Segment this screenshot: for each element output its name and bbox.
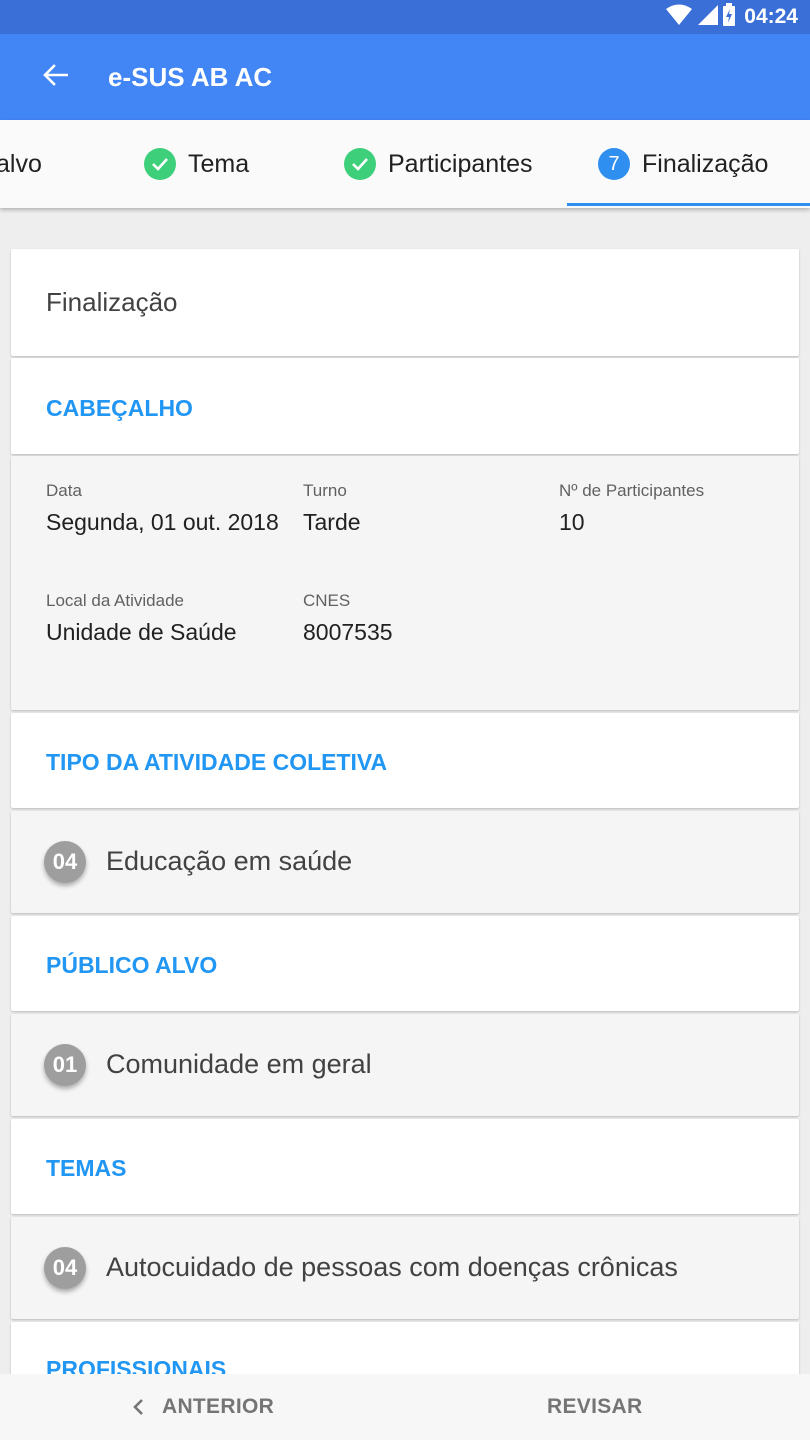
field-value-turno: Tarde: [303, 509, 361, 535]
code-badge: 04: [44, 841, 86, 883]
field-label-local: Local da Atividade: [46, 591, 184, 610]
item-text: Comunidade em geral: [106, 1049, 372, 1079]
status-time: 04:24: [744, 5, 798, 28]
app-bar: e-SUS AB AC: [0, 34, 810, 120]
item-text: Educação em saúde: [106, 846, 353, 876]
chevron-left-icon: [132, 1398, 144, 1416]
signal-icon: [696, 4, 719, 31]
field-value-data: Segunda, 01 out. 2018: [46, 509, 279, 535]
list-item-tipo-atividade: 04 Educação em saúde: [11, 811, 799, 913]
previous-button-label: ANTERIOR: [162, 1395, 275, 1418]
item-text: Autocuidado de pessoas com doenças crôni…: [106, 1252, 678, 1282]
step-tema[interactable]: Tema: [144, 120, 249, 208]
summary-title-card: Finalização: [11, 249, 799, 356]
section-heading: TIPO DA ATIVIDADE COLETIVA: [46, 749, 388, 775]
page-title: Finalização: [46, 287, 178, 317]
section-header-publico-alvo: PÚBLICO ALVO: [11, 916, 799, 1011]
section-heading: TEMAS: [46, 1155, 127, 1181]
field-label-turno: Turno: [303, 481, 347, 500]
step-finalizacao[interactable]: 7 Finalização: [598, 120, 768, 208]
step-label: Finalização: [642, 149, 769, 178]
back-button[interactable]: [30, 56, 80, 98]
step-label: Tema: [188, 149, 250, 178]
section-header-cabecalho: CABEÇALHO: [11, 358, 799, 454]
check-icon: [344, 148, 376, 180]
step-number-badge: 7: [598, 148, 630, 180]
check-icon: [144, 148, 176, 180]
code-badge: 01: [44, 1044, 86, 1086]
section-header-temas: TEMAS: [11, 1119, 799, 1214]
step-participantes[interactable]: Participantes: [344, 120, 533, 208]
bottom-navigation: ANTERIOR REVISAR: [0, 1374, 810, 1440]
list-item-publico-alvo: 01 Comunidade em geral: [11, 1014, 799, 1116]
step-publico-alvo[interactable]: alvo: [0, 120, 42, 208]
review-button-label: REVISAR: [547, 1395, 643, 1418]
arrow-left-icon: [42, 63, 69, 91]
step-label: Participantes: [388, 149, 533, 178]
previous-button[interactable]: ANTERIOR: [132, 1374, 274, 1440]
stepper: alvo Tema Participantes 7 Finalização: [0, 120, 810, 208]
review-button[interactable]: REVISAR: [547, 1374, 642, 1440]
section-content-cabecalho: Data Segunda, 01 out. 2018 Turno Tarde N…: [11, 456, 799, 710]
app-title: e-SUS AB AC: [108, 62, 273, 92]
section-heading: PÚBLICO ALVO: [46, 952, 218, 978]
field-label-participantes: Nº de Participantes: [559, 481, 705, 500]
list-item-tema: 04 Autocuidado de pessoas com doenças cr…: [11, 1217, 799, 1319]
active-step-indicator: [567, 203, 810, 206]
field-value-cnes: 8007535: [303, 619, 393, 645]
status-icons: 04:24: [666, 0, 798, 34]
code-badge: 04: [44, 1247, 86, 1289]
step-label: alvo: [0, 149, 42, 178]
battery-charging-icon: [722, 2, 736, 32]
status-bar: 04:24: [0, 0, 810, 34]
wifi-icon: [666, 4, 693, 31]
field-label-data: Data: [46, 481, 82, 500]
field-label-cnes: CNES: [303, 591, 351, 610]
section-header-tipo-atividade: TIPO DA ATIVIDADE COLETIVA: [11, 713, 799, 808]
field-value-participantes: 10: [559, 509, 585, 535]
section-heading: CABEÇALHO: [46, 395, 193, 421]
field-value-local: Unidade de Saúde: [46, 619, 237, 645]
